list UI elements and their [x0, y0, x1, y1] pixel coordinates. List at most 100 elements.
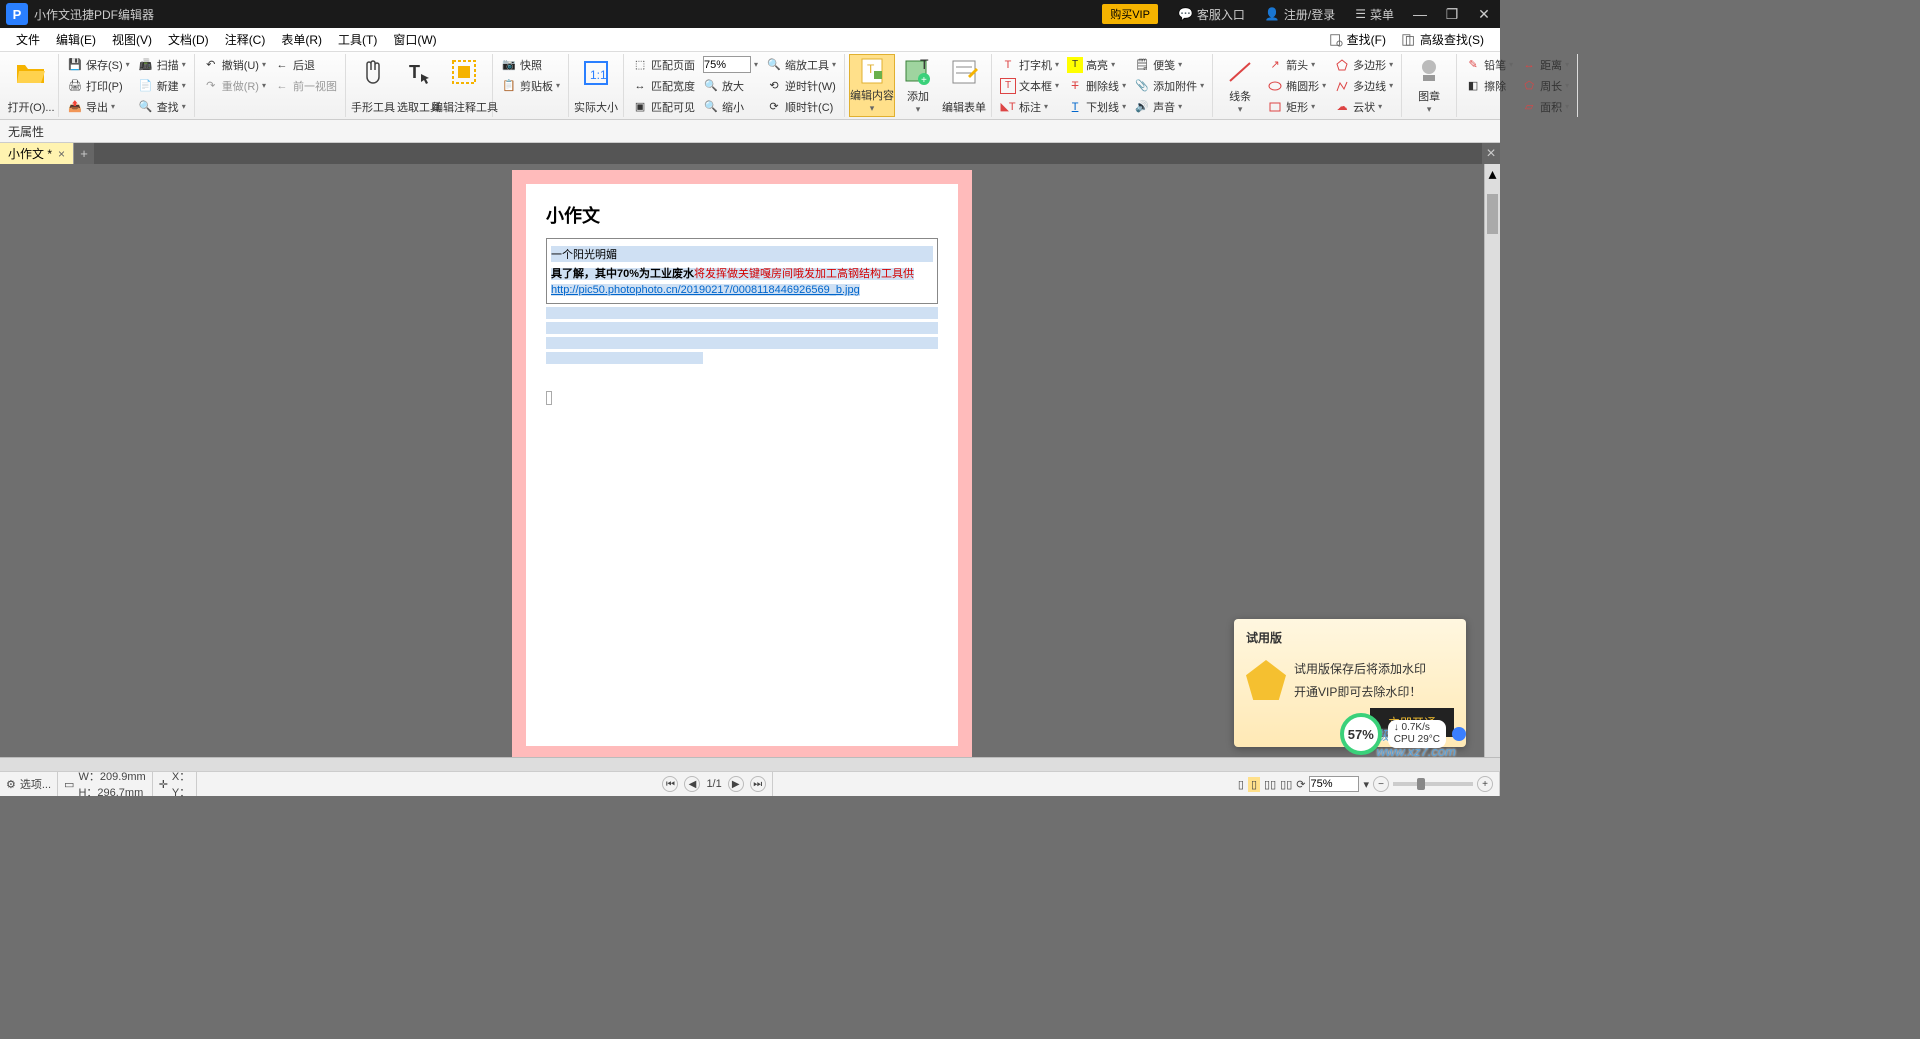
two-continuous-view-button[interactable]: ▯▯: [1280, 778, 1292, 791]
zoom-out-button[interactable]: 🔍缩小: [700, 97, 761, 117]
hand-tool-button[interactable]: 手形工具: [350, 54, 396, 117]
pencil-button[interactable]: ✎铅笔▾: [1462, 55, 1516, 75]
zoom-out-status-button[interactable]: −: [1373, 776, 1389, 792]
prev-view-button[interactable]: ←前一视图: [271, 76, 340, 96]
close-button[interactable]: ✕: [1472, 6, 1496, 23]
menu-comment[interactable]: 注释(C): [217, 28, 274, 51]
menu-file[interactable]: 文件: [8, 28, 48, 51]
two-page-view-button[interactable]: ▯▯: [1264, 778, 1276, 791]
eraser-button[interactable]: ◧擦除: [1462, 76, 1516, 96]
highlight-button[interactable]: T高亮▾: [1064, 55, 1129, 75]
zoom-slider[interactable]: [1393, 782, 1473, 786]
arrow-button[interactable]: ↗箭头▾: [1264, 55, 1329, 75]
maximize-button[interactable]: ❐: [1440, 6, 1464, 23]
doc-link[interactable]: http://pic50.photophoto.cn/20190217/0008…: [551, 284, 933, 296]
zoom-input[interactable]: [703, 56, 751, 73]
perimeter-button[interactable]: ⬠周长▾: [1518, 76, 1572, 96]
next-page-button[interactable]: ▶: [728, 776, 744, 792]
menu-document[interactable]: 文档(D): [160, 28, 217, 51]
stamp-icon: [1413, 56, 1445, 88]
polyline-icon: [1334, 78, 1350, 94]
sticky-note-button[interactable]: 🗒便笺▾: [1131, 55, 1207, 75]
support-link[interactable]: 💬客服入口: [1178, 6, 1245, 23]
vertical-scrollbar[interactable]: ▴: [1484, 164, 1500, 757]
continuous-view-button[interactable]: ▯: [1248, 777, 1260, 792]
text-edit-box[interactable]: 一个阳光明媚 具了解，其中70%为工业废水将发挥做关键嘎房间哦发加工高钢结构工具…: [546, 238, 938, 304]
edit-form-button[interactable]: 编辑表单: [941, 54, 987, 117]
undo-button[interactable]: ↶撤销(U)▾: [200, 55, 269, 75]
buy-vip-button[interactable]: 购买VIP: [1102, 4, 1158, 24]
zoom-in-button[interactable]: 🔍放大: [700, 76, 761, 96]
first-page-button[interactable]: ⏮: [662, 776, 678, 792]
new-tab-button[interactable]: +: [74, 143, 94, 164]
annotate-tool-button[interactable]: 编辑注释工具: [442, 54, 488, 117]
menu-button[interactable]: ☰菜单: [1355, 6, 1394, 23]
find-ribbon-button[interactable]: 🔍查找▾: [135, 97, 189, 117]
menu-edit[interactable]: 编辑(E): [48, 28, 104, 51]
system-monitor[interactable]: 57% ↓ 0.7K/s CPU 29°C: [1340, 713, 1466, 755]
actual-size-button[interactable]: 1:1实际大小: [573, 54, 619, 117]
back-icon: ←: [274, 57, 290, 73]
status-zoom-select[interactable]: [1309, 776, 1359, 792]
last-page-button[interactable]: ⏭: [750, 776, 766, 792]
polygon-icon: [1334, 57, 1350, 73]
fit-page-button[interactable]: ⬚匹配页面: [629, 55, 698, 75]
line-tool-button[interactable]: 线条▾: [1217, 54, 1263, 117]
tab-close-icon[interactable]: ×: [58, 147, 65, 161]
login-link[interactable]: 👤注册/登录: [1265, 6, 1335, 23]
textbox-button[interactable]: T文本框▾: [997, 76, 1062, 96]
sys-expand-icon[interactable]: [1452, 727, 1466, 741]
print-button[interactable]: 🖨打印(P): [64, 76, 133, 96]
area-button[interactable]: ▱面积▾: [1518, 97, 1572, 117]
open-button[interactable]: 打开(O)...: [8, 54, 54, 117]
rect-button[interactable]: 矩形▾: [1264, 97, 1329, 117]
typewriter-button[interactable]: T打字机▾: [997, 55, 1062, 75]
save-button[interactable]: 💾保存(S)▾: [64, 55, 133, 75]
polyline-button[interactable]: 多边线▾: [1331, 76, 1396, 96]
snapshot-button[interactable]: 📷快照: [498, 55, 563, 75]
underline-button[interactable]: T下划线▾: [1064, 97, 1129, 117]
back-button[interactable]: ←后退: [271, 55, 340, 75]
strikeout-button[interactable]: T删除线▾: [1064, 76, 1129, 96]
rotate-cw-button[interactable]: ⟳顺时针(C): [763, 97, 839, 117]
distance-button[interactable]: ↔距离▾: [1518, 55, 1572, 75]
document-tab[interactable]: 小作文 *×: [0, 143, 74, 164]
callout-button[interactable]: ◣T标注▾: [997, 97, 1062, 117]
prev-page-button[interactable]: ◀: [684, 776, 700, 792]
sound-button[interactable]: 🔊声音▾: [1131, 97, 1207, 117]
pdf-page[interactable]: 小作文 一个阳光明媚 具了解，其中70%为工业废水将发挥做关键嘎房间哦发加工高钢…: [512, 170, 972, 757]
rotate-view-button[interactable]: ⟳: [1296, 778, 1305, 791]
minimize-button[interactable]: —: [1408, 6, 1432, 22]
advanced-find-button[interactable]: 高级查找(S): [1394, 31, 1492, 48]
cloud-button[interactable]: ☁云状▾: [1331, 97, 1396, 117]
document-canvas[interactable]: 小作文 一个阳光明媚 具了解，其中70%为工业废水将发挥做关键嘎房间哦发加工高钢…: [0, 164, 1484, 757]
single-page-view-button[interactable]: ▯: [1238, 778, 1244, 791]
zoom-in-status-button[interactable]: +: [1477, 776, 1493, 792]
selected-text-block: [546, 322, 938, 334]
stamp-button[interactable]: 图章▾: [1406, 54, 1452, 117]
edit-content-button[interactable]: T编辑内容▾: [849, 54, 895, 117]
scan-button[interactable]: 📠扫描▾: [135, 55, 189, 75]
sound-icon: 🔊: [1134, 99, 1150, 115]
menu-tools[interactable]: 工具(T): [330, 28, 385, 51]
menu-form[interactable]: 表单(R): [273, 28, 330, 51]
menu-view[interactable]: 视图(V): [104, 28, 160, 51]
add-button[interactable]: T+添加▾: [895, 54, 941, 117]
clipboard-button[interactable]: 📋剪贴板▾: [498, 76, 563, 96]
horizontal-scrollbar[interactable]: [0, 757, 1500, 771]
fit-visible-button[interactable]: ▣匹配可见: [629, 97, 698, 117]
close-all-tabs-button[interactable]: ×: [1482, 143, 1500, 164]
polygon-button[interactable]: 多边形▾: [1331, 55, 1396, 75]
redo-button[interactable]: ↷重做(R)▾: [200, 76, 269, 96]
options-button[interactable]: ⚙选项...: [0, 772, 58, 796]
attach-button[interactable]: 📎添加附件▾: [1131, 76, 1207, 96]
zoom-tool-button[interactable]: 🔍缩放工具▾: [763, 55, 839, 75]
new-button[interactable]: 📄新建▾: [135, 76, 189, 96]
menu-window[interactable]: 窗口(W): [385, 28, 444, 51]
find-button[interactable]: 查找(F): [1321, 31, 1394, 48]
export-button[interactable]: 📤导出▾: [64, 97, 133, 117]
rotate-ccw-button[interactable]: ⟲逆时针(W): [763, 76, 839, 96]
ellipse-button[interactable]: 椭圆形▾: [1264, 76, 1329, 96]
svg-text:1:1: 1:1: [590, 68, 607, 82]
fit-width-button[interactable]: ↔匹配宽度: [629, 76, 698, 96]
